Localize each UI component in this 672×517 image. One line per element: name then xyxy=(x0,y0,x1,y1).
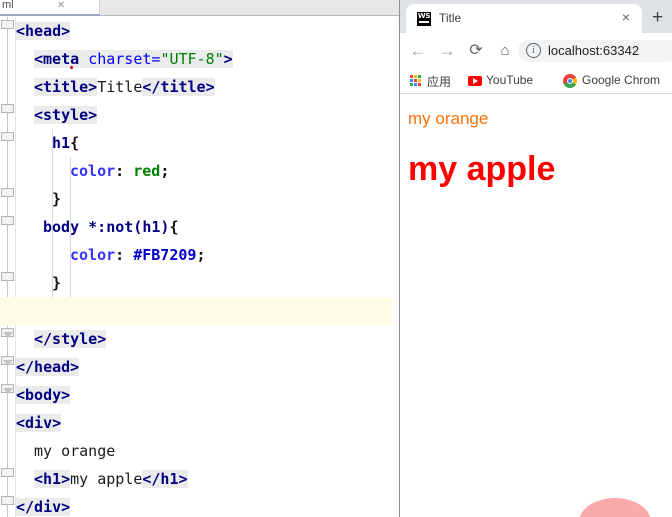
code-token xyxy=(79,50,89,68)
fold-marker[interactable] xyxy=(1,496,14,505)
code-token: { xyxy=(70,134,80,152)
apps-grid-icon[interactable] xyxy=(410,75,421,86)
bookmarks-bar: 应用 YouTube Google Chrom xyxy=(400,68,672,94)
code-line[interactable]: </head> xyxy=(16,353,80,381)
code-line[interactable]: } xyxy=(52,185,61,213)
fold-arrow-icon[interactable] xyxy=(2,388,13,395)
fold-marker[interactable] xyxy=(1,20,14,29)
code-line[interactable]: <meta charset="UTF-8"> xyxy=(34,45,233,73)
code-token: body *:not(h1) xyxy=(43,218,170,236)
code-line[interactable]: <title>Title</title> xyxy=(34,73,215,101)
tab-close-icon[interactable]: × xyxy=(622,9,630,25)
chrome-browser-window: WS Title × + ← → ⟳ ⌂ i localhost:63342 应… xyxy=(400,0,672,517)
back-icon[interactable]: ← xyxy=(408,41,428,61)
code-token: <head> xyxy=(16,22,71,40)
browser-tab[interactable]: WS Title × xyxy=(406,4,642,33)
reload-icon[interactable]: ⟳ xyxy=(466,41,486,61)
webstorm-editor-panel: ml ✕ <head> <meta charset="UTF-8"> <titl… xyxy=(0,0,400,517)
code-line[interactable]: } xyxy=(52,269,61,297)
code-token: } xyxy=(52,274,62,292)
code-line[interactable]: color: red; xyxy=(70,157,169,185)
fold-marker[interactable] xyxy=(1,272,14,281)
youtube-icon[interactable] xyxy=(468,76,482,86)
code-token: : xyxy=(115,246,134,264)
bookmark-youtube-label[interactable]: YouTube xyxy=(486,73,533,87)
fold-marker[interactable] xyxy=(1,132,14,141)
browser-tab-bar: WS Title × + xyxy=(400,0,672,33)
webstorm-favicon-icon: WS xyxy=(417,12,431,26)
code-token: </head> xyxy=(16,358,80,376)
code-token: </title> xyxy=(142,78,215,96)
editor-tab-strip: ml ✕ xyxy=(0,0,400,16)
code-line[interactable]: <div> xyxy=(16,409,62,437)
code-token: my orange xyxy=(34,442,116,460)
home-icon[interactable]: ⌂ xyxy=(495,41,515,61)
code-line[interactable]: <h1>my apple</h1> xyxy=(34,465,188,493)
new-tab-button[interactable]: + xyxy=(652,8,663,27)
favicon-underline xyxy=(419,21,429,23)
current-line-highlight xyxy=(0,297,400,325)
code-token: </div> xyxy=(16,498,71,516)
code-token: color xyxy=(70,162,116,180)
code-token: color xyxy=(70,246,116,264)
rendered-web-page: my orange my apple xyxy=(400,95,672,517)
site-info-icon[interactable]: i xyxy=(526,43,541,58)
fold-marker[interactable] xyxy=(1,216,14,225)
code-token: </style> xyxy=(34,330,107,348)
address-bar-url[interactable]: localhost:63342 xyxy=(548,43,672,58)
page-heading: my apple xyxy=(408,150,556,188)
fold-marker[interactable] xyxy=(1,188,14,197)
fold-arrow-icon[interactable] xyxy=(2,360,13,367)
code-token: charset= xyxy=(88,50,161,68)
favicon-label: WS xyxy=(417,12,431,20)
code-token: </h1> xyxy=(142,470,188,488)
editor-tab-label: ml xyxy=(2,0,14,11)
code-line[interactable]: </style> xyxy=(34,325,107,353)
code-line[interactable]: body *:not(h1){ xyxy=(43,213,178,241)
page-div-text: my orange xyxy=(408,109,489,128)
browser-toolbar: ← → ⟳ ⌂ i localhost:63342 xyxy=(400,33,672,68)
code-folding-gutter[interactable] xyxy=(0,17,16,517)
code-token: > xyxy=(223,50,233,68)
browser-tab-title: Title xyxy=(439,11,462,25)
bookmark-apps-label[interactable]: 应用 xyxy=(427,73,451,90)
code-line[interactable]: h1{ xyxy=(52,129,79,157)
code-token: { xyxy=(169,218,179,236)
code-token: "UTF-8" xyxy=(160,50,224,68)
fold-marker[interactable] xyxy=(1,104,14,113)
chrome-icon[interactable] xyxy=(563,74,577,88)
forward-icon[interactable]: → xyxy=(437,41,457,61)
fold-marker[interactable] xyxy=(1,468,14,477)
close-icon[interactable]: ✕ xyxy=(57,0,65,11)
screenshot-root: ml ✕ <head> <meta charset="UTF-8"> <titl… xyxy=(0,0,672,517)
code-token: <body> xyxy=(16,386,71,404)
address-bar[interactable]: i localhost:63342 xyxy=(518,40,672,62)
code-line[interactable]: color: #FB7209; xyxy=(70,241,205,269)
code-token: Title xyxy=(97,78,143,96)
code-line[interactable]: <body> xyxy=(16,381,71,409)
code-text-area[interactable]: <head> <meta charset="UTF-8"> <title>Title… xyxy=(0,17,400,517)
code-token: red xyxy=(133,162,161,180)
code-token: ; xyxy=(160,162,170,180)
code-line[interactable]: </div> xyxy=(16,493,71,517)
fold-arrow-icon[interactable] xyxy=(2,332,13,339)
code-token: my apple xyxy=(70,470,143,488)
code-token: : xyxy=(115,162,134,180)
code-line[interactable]: <style> xyxy=(34,101,98,129)
code-token: } xyxy=(52,190,62,208)
inspection-marker-icon xyxy=(70,66,73,69)
bookmark-google-chrome-label[interactable]: Google Chrom xyxy=(582,73,660,87)
code-token: <style> xyxy=(34,106,98,124)
code-token: <h1> xyxy=(34,470,71,488)
code-token: <div> xyxy=(16,414,62,432)
code-token: #FB7209 xyxy=(133,246,197,264)
code-token: h1 xyxy=(52,134,71,152)
fold-spine xyxy=(7,17,8,517)
editor-tab-underline xyxy=(0,14,100,16)
code-token: <title> xyxy=(34,78,98,96)
code-line[interactable]: my orange xyxy=(34,437,115,465)
code-token: ; xyxy=(196,246,206,264)
code-line[interactable]: <head> xyxy=(16,17,71,45)
